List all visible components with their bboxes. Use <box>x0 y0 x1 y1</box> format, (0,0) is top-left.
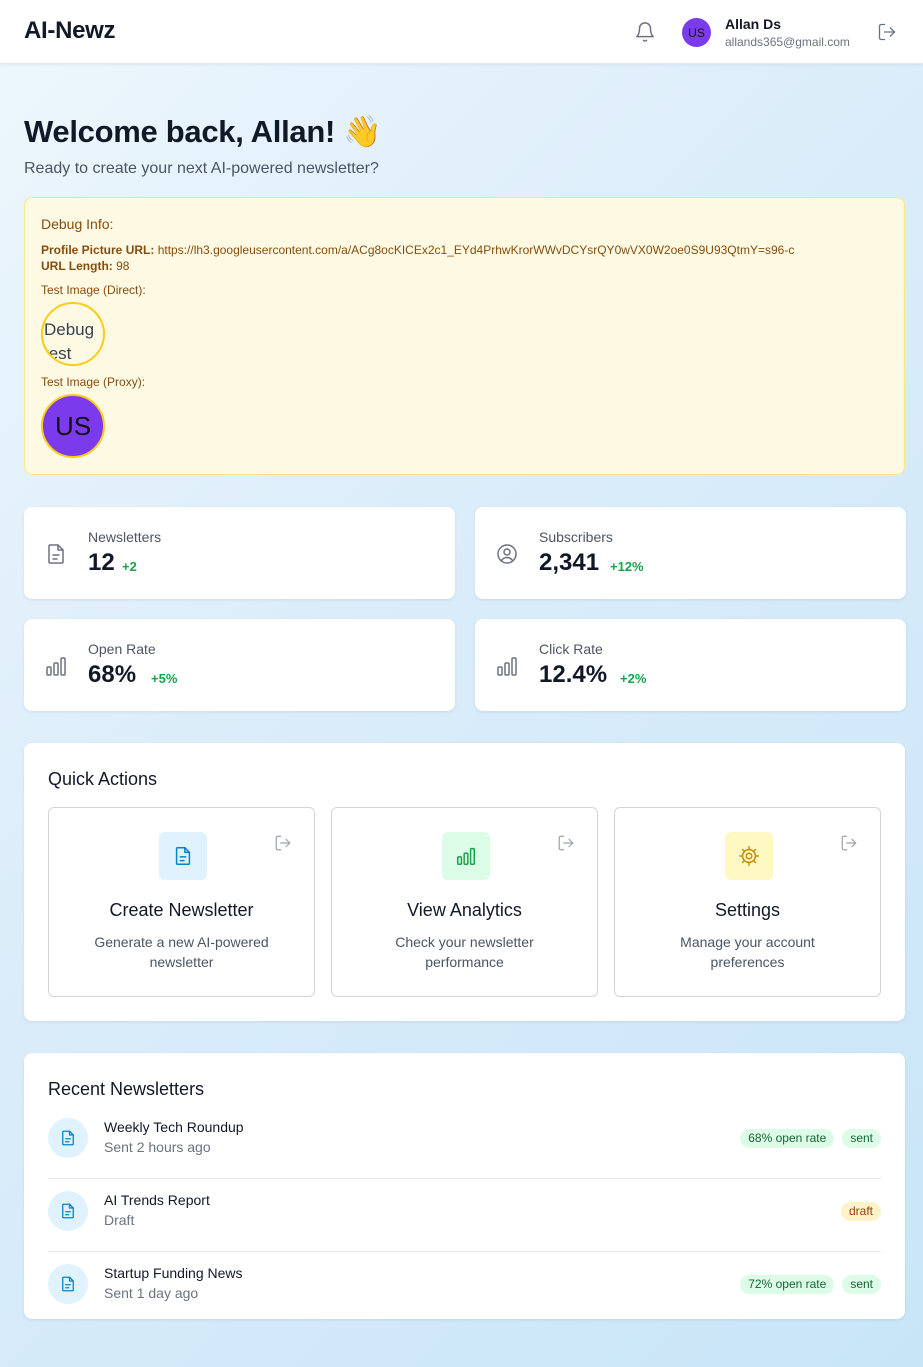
recent-newsletters-title: Recent Newsletters <box>48 1079 205 1099</box>
settings-action[interactable]: Settings Manage your account preferences <box>614 807 881 997</box>
create-newsletter-action[interactable]: Create Newsletter Generate a new AI-powe… <box>48 807 315 997</box>
top-header: AI-Newz US Allan Ds allands365@gmail.com <box>0 0 923 64</box>
list-item[interactable]: Startup Funding News Sent 1 day ago 72% … <box>48 1252 881 1325</box>
stat-label: Newsletters <box>88 529 162 545</box>
badge-group: draft <box>840 1202 881 1221</box>
qa-title: View Analytics <box>407 900 522 920</box>
user-circle-icon <box>497 544 517 564</box>
document-icon <box>62 1203 74 1219</box>
stat-value: 2,341 <box>539 549 600 576</box>
qa-icon-box <box>725 832 773 880</box>
newsletter-subtitle: Sent 2 hours ago <box>104 1139 211 1155</box>
logout-icon[interactable] <box>877 22 897 42</box>
status-badge: sent <box>842 1129 881 1148</box>
user-avatar[interactable]: US <box>682 18 711 47</box>
newsletter-icon-circle <box>48 1264 88 1304</box>
gear-icon <box>739 846 759 866</box>
newsletter-icon-circle <box>48 1118 88 1158</box>
user-email: allands365@gmail.com <box>725 35 850 49</box>
document-icon <box>62 1276 74 1292</box>
open-rate-badge: 72% open rate <box>740 1275 835 1294</box>
debug-url-label: Profile Picture URL: <box>41 243 155 257</box>
newsletter-title: Startup Funding News <box>104 1265 243 1281</box>
stat-card-subscribers: Subscribers 2,341 +12% <box>475 507 906 599</box>
arrow-out-icon <box>841 835 857 851</box>
stat-card-click-rate: Click Rate 12.4% +2% <box>475 619 906 711</box>
qa-description: Manage your account preferences <box>680 934 815 970</box>
quick-actions-title: Quick Actions <box>48 769 158 789</box>
qa-icon-box <box>159 832 207 880</box>
newsletter-title: AI Trends Report <box>104 1192 210 1208</box>
list-item[interactable]: AI Trends Report Draft draft <box>48 1179 881 1252</box>
debug-title: Debug Info: <box>41 216 114 232</box>
debug-length-line: URL Length: 98 <box>41 259 129 273</box>
document-icon <box>62 1130 74 1146</box>
newsletter-subtitle: Draft <box>104 1212 135 1228</box>
badge-group: 72% open rate sent <box>740 1275 881 1294</box>
page-title: Welcome back, Allan! 👋 <box>24 114 382 149</box>
bar-chart-icon <box>457 847 475 865</box>
bar-chart-icon <box>46 657 66 676</box>
debug-panel: Debug Info: Profile Picture URL: https:/… <box>24 197 905 475</box>
stat-label: Subscribers <box>539 529 613 545</box>
open-rate-badge: 68% open rate <box>740 1129 835 1148</box>
bell-icon[interactable] <box>634 21 656 43</box>
newsletter-icon-circle <box>48 1191 88 1231</box>
stat-change: +12% <box>610 559 644 574</box>
arrow-out-icon <box>558 835 574 851</box>
status-badge: sent <box>842 1275 881 1294</box>
qa-title: Create Newsletter <box>109 900 254 920</box>
stat-value: 12.4% <box>539 661 608 688</box>
badge-group: 68% open rate sent <box>740 1129 881 1148</box>
debug-length-label: URL Length: <box>41 259 113 273</box>
qa-icon-box <box>442 832 490 880</box>
stat-label: Click Rate <box>539 641 603 657</box>
debug-proxy-avatar: US <box>41 394 105 458</box>
qa-description: Generate a new AI-powered newsletter <box>94 934 269 970</box>
view-analytics-action[interactable]: View Analytics Check your newsletter per… <box>331 807 598 997</box>
debug-direct-image: Debug test <box>41 302 105 366</box>
arrow-out-icon <box>275 835 291 851</box>
debug-url-value: https://lh3.googleusercontent.com/a/ACg8… <box>157 243 795 257</box>
stat-card-newsletters: Newsletters 12 +2 <box>24 507 455 599</box>
debug-proxy-label: Test Image (Proxy): <box>41 375 146 389</box>
recent-newsletters-card: Recent Newsletters Weekly Tech Roundup S… <box>24 1053 905 1319</box>
qa-title: Settings <box>714 900 781 920</box>
debug-direct-label: Test Image (Direct): <box>41 283 146 297</box>
stat-change: +2% <box>620 671 647 686</box>
qa-description: Check your newsletter performance <box>395 934 534 970</box>
debug-length-value: 98 <box>116 259 130 273</box>
stat-label: Open Rate <box>88 641 156 657</box>
document-icon <box>48 544 64 564</box>
debug-url-line: Profile Picture URL: https://lh3.googleu… <box>41 243 794 257</box>
quick-actions-card: Quick Actions Create Newsletter Generate… <box>24 743 905 1021</box>
stat-value: 68% <box>88 661 137 688</box>
newsletter-subtitle: Sent 1 day ago <box>104 1285 199 1301</box>
page-subtitle: Ready to create your next AI-powered new… <box>24 160 379 177</box>
stat-card-open-rate: Open Rate 68% +5% <box>24 619 455 711</box>
brand-logo[interactable]: AI-Newz <box>24 17 116 45</box>
bar-chart-icon <box>497 657 517 676</box>
document-icon <box>175 847 191 865</box>
list-item[interactable]: Weekly Tech Roundup Sent 2 hours ago 68%… <box>48 1106 881 1179</box>
newsletter-title: Weekly Tech Roundup <box>104 1119 244 1135</box>
stat-change: +5% <box>151 671 178 686</box>
stat-change: +2 <box>122 559 137 574</box>
user-name: Allan Ds <box>725 16 782 32</box>
stat-value: 12 <box>88 549 115 576</box>
status-badge: draft <box>840 1202 881 1221</box>
